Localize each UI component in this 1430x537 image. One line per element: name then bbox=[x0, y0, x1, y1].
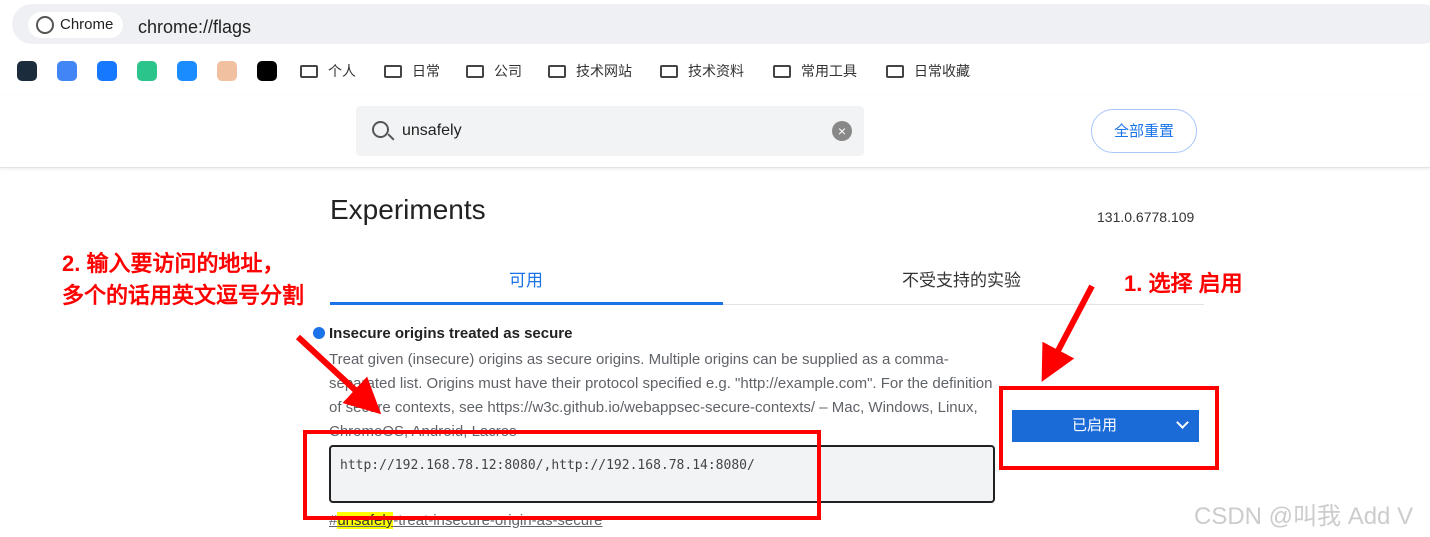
arrow-to-select bbox=[1041, 284, 1095, 382]
annotation-arrows bbox=[295, 284, 1095, 415]
arrow-to-textarea bbox=[295, 334, 382, 415]
watermark: CSDN @叫我 Add V bbox=[1194, 503, 1414, 530]
